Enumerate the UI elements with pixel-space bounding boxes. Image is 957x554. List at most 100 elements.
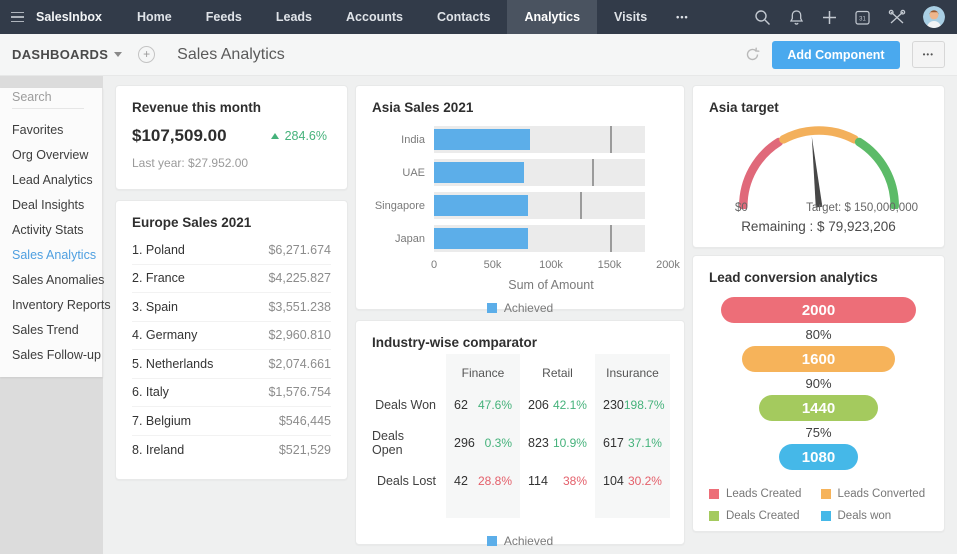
- revenue-card: Revenue this month $107,509.00 284.6% La…: [115, 85, 348, 190]
- legend-item-deals-created[interactable]: Deals Created: [709, 510, 817, 522]
- table-cell[interactable]: 823 10.9%: [520, 424, 595, 462]
- bullet-row: UAE: [372, 156, 668, 189]
- axis-tick: 150k: [597, 259, 622, 271]
- comparator-table: Finance Retail Insurance Deals Won 62 47.…: [372, 354, 670, 518]
- dashboards-label: DASHBOARDS: [12, 47, 109, 62]
- legend-label: Achieved: [503, 301, 554, 315]
- legend-item-leads-converted[interactable]: Leads Converted: [820, 488, 929, 500]
- bullet-bar-uae[interactable]: [434, 162, 525, 183]
- list-item[interactable]: 8. Ireland $521,529: [132, 436, 331, 465]
- column-header-finance: Finance: [446, 354, 520, 386]
- nav-tab-accounts[interactable]: Accounts: [329, 0, 420, 34]
- axis-tick: 50k: [483, 259, 502, 271]
- list-item[interactable]: 3. Spain $3,551.238: [132, 293, 331, 322]
- add-component-button[interactable]: Add Component: [772, 40, 900, 69]
- user-avatar[interactable]: [923, 6, 945, 28]
- sidebar-item-activity-stats[interactable]: Activity Stats: [0, 217, 102, 242]
- notifications-bell-icon[interactable]: [788, 9, 805, 26]
- bullet-bar-singapore[interactable]: [434, 195, 528, 216]
- sidebar-item-sales-analytics[interactable]: Sales Analytics: [0, 242, 102, 267]
- europe-card-title: Europe Sales 2021: [132, 215, 252, 230]
- nav-tab-visits[interactable]: Visits: [597, 0, 664, 34]
- dashboards-dropdown[interactable]: DASHBOARDS: [12, 47, 123, 62]
- table-cell[interactable]: 62 47.6%: [446, 386, 520, 424]
- revenue-delta: 284.6%: [270, 129, 331, 143]
- nav-tab-feeds[interactable]: Feeds: [189, 0, 259, 34]
- list-item[interactable]: 1. Poland $6,271.674: [132, 236, 331, 265]
- asia-chart-title: Asia Sales 2021: [372, 100, 474, 115]
- add-plus-icon[interactable]: [822, 10, 837, 25]
- bullet-bar-india[interactable]: [434, 129, 530, 150]
- revenue-last-year: Last year: $27.952.00: [132, 156, 249, 170]
- revenue-delta-value: 284.6%: [284, 129, 327, 143]
- table-cell[interactable]: 230 198.7%: [595, 386, 670, 424]
- header-more-button[interactable]: •••: [911, 41, 945, 68]
- calendar-icon[interactable]: 31: [854, 9, 871, 26]
- chart-legend-achieved[interactable]: Achieved: [372, 292, 668, 315]
- hamburger-menu-icon[interactable]: [0, 0, 34, 34]
- table-cell[interactable]: 206 42.1%: [520, 386, 595, 424]
- lead-conversion-card: Lead conversion analytics 2000 80% 1600 …: [692, 255, 945, 532]
- nav-tab-leads[interactable]: Leads: [259, 0, 329, 34]
- target-marker: [580, 192, 583, 219]
- category-label: UAE: [402, 166, 425, 179]
- funnel-stage-leads-converted[interactable]: 1600: [741, 346, 896, 372]
- column-header-insurance: Insurance: [595, 354, 670, 386]
- sidebar-item-sales-trend[interactable]: Sales Trend: [0, 317, 102, 342]
- category-label: Japan: [395, 232, 425, 245]
- brand-logo[interactable]: SalesInbox: [34, 0, 120, 34]
- funnel-stage-deals-won[interactable]: 1080: [779, 444, 858, 470]
- setup-tools-icon[interactable]: [888, 9, 906, 26]
- sidebar-item-inventory-reports[interactable]: Inventory Reports: [0, 292, 111, 317]
- row-label: Deals Won: [375, 398, 436, 412]
- table-cell[interactable]: 296 0.3%: [446, 424, 520, 462]
- list-item[interactable]: 5. Netherlands $2,074.661: [132, 350, 331, 379]
- legend-item-leads-created[interactable]: Leads Created: [709, 488, 817, 500]
- add-dashboard-icon[interactable]: +: [138, 46, 156, 63]
- revenue-amount: $107,509.00: [132, 126, 227, 145]
- target-marker: [609, 126, 612, 153]
- target-marker: [591, 159, 594, 186]
- gauge-needle: [811, 136, 822, 208]
- sidebar-item-favorites[interactable]: Favorites: [0, 117, 102, 142]
- nav-tab-analytics[interactable]: Analytics: [507, 0, 598, 34]
- legend-label: Leads Converted: [837, 488, 926, 500]
- sidebar-item-sales-follow-up[interactable]: Sales Follow-up: [0, 342, 102, 367]
- page-title: Sales Analytics: [177, 45, 285, 63]
- table-cell[interactable]: 617 37.1%: [595, 424, 670, 462]
- gauge-segment-high: [854, 137, 899, 211]
- bullet-bar-chart: India UAE Singapore Japan 0 50k 100k 150…: [372, 123, 680, 315]
- axis-tick: 200k: [656, 259, 680, 271]
- table-cell[interactable]: 114 38%: [520, 462, 595, 518]
- table-cell[interactable]: 42 28.8%: [446, 462, 520, 518]
- search-icon[interactable]: [754, 9, 771, 26]
- chart-legend-achieved[interactable]: Achieved: [372, 518, 668, 548]
- legend-label: Deals won: [837, 510, 892, 522]
- nav-tab-contacts[interactable]: Contacts: [420, 0, 507, 34]
- nav-more-button[interactable]: •••: [664, 0, 700, 34]
- sidebar-item-deal-insights[interactable]: Deal Insights: [0, 192, 102, 217]
- sidebar-item-org-overview[interactable]: Org Overview: [0, 142, 102, 167]
- dashboards-list-panel: Favorites Org Overview Lead Analytics De…: [0, 88, 111, 377]
- legend-item-deals-won[interactable]: Deals won: [820, 510, 929, 522]
- comparator-title: Industry-wise comparator: [372, 335, 538, 350]
- nav-tab-home[interactable]: Home: [120, 0, 189, 34]
- list-item[interactable]: 2. France $4,225.827: [132, 265, 331, 293]
- header-actions: Add Component •••: [745, 40, 945, 69]
- list-item[interactable]: 7. Belgium $546,445: [132, 407, 331, 436]
- refresh-icon[interactable]: [745, 47, 760, 62]
- asia-sales-chart-card: Asia Sales 2021 India UAE Singapore Japa…: [355, 85, 685, 315]
- sidebar-search-input[interactable]: [12, 88, 84, 109]
- legend-swatch: [486, 536, 497, 546]
- axis-tick: 100k: [539, 259, 563, 271]
- sidebar-item-sales-anomalies[interactable]: Sales Anomalies: [0, 267, 104, 292]
- list-item[interactable]: 6. Italy $1,576.754: [132, 379, 331, 407]
- table-cell[interactable]: 104 30.2%: [595, 462, 670, 518]
- sidebar-item-lead-analytics[interactable]: Lead Analytics: [0, 167, 102, 192]
- x-axis-label: Sum of Amount: [508, 278, 594, 292]
- funnel-stage-deals-created[interactable]: 1440: [759, 395, 878, 421]
- funnel-stage-leads-created[interactable]: 2000: [721, 297, 916, 323]
- bullet-bar-japan[interactable]: [434, 228, 528, 249]
- legend-swatch: [709, 511, 719, 521]
- list-item[interactable]: 4. Germany $2,960.810: [132, 322, 331, 350]
